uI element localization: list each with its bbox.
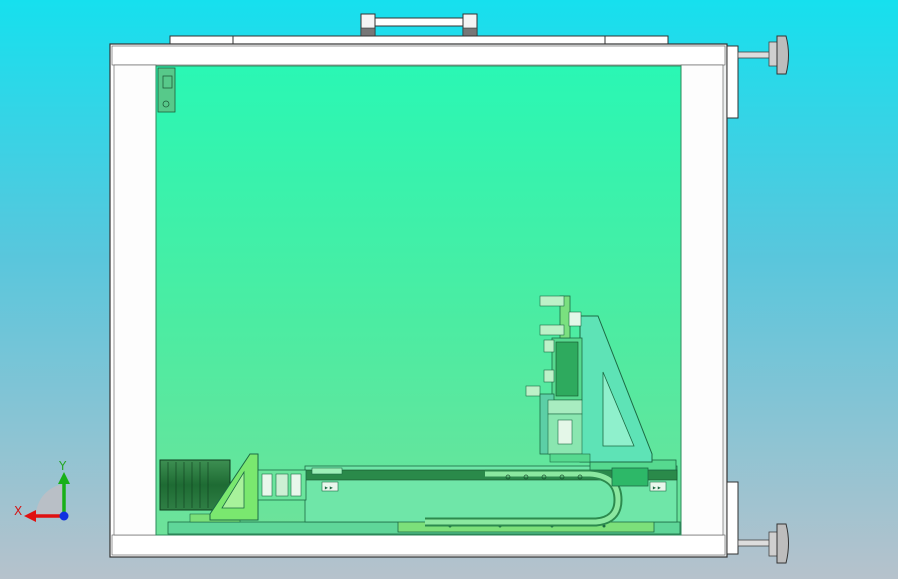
top-strips	[169, 35, 669, 45]
machine-front-view: ▸▸ ▸▸	[109, 13, 789, 564]
shaft-coupling	[257, 469, 307, 501]
triad-quadrant-icon	[35, 484, 64, 516]
x-axis-label: X	[14, 504, 22, 518]
z-axis-dot	[59, 511, 69, 521]
top-handle	[360, 13, 478, 37]
y-axis-label: Y	[58, 459, 67, 473]
svg-text:▸▸: ▸▸	[324, 483, 334, 492]
svg-text:▸▸: ▸▸	[652, 483, 662, 492]
right-leveling-feet	[726, 35, 789, 564]
cad-viewport[interactable]: ▸▸ ▸▸ X Y	[0, 0, 898, 579]
corner-sensor	[157, 67, 176, 113]
orientation-triad: X Y	[14, 459, 70, 522]
